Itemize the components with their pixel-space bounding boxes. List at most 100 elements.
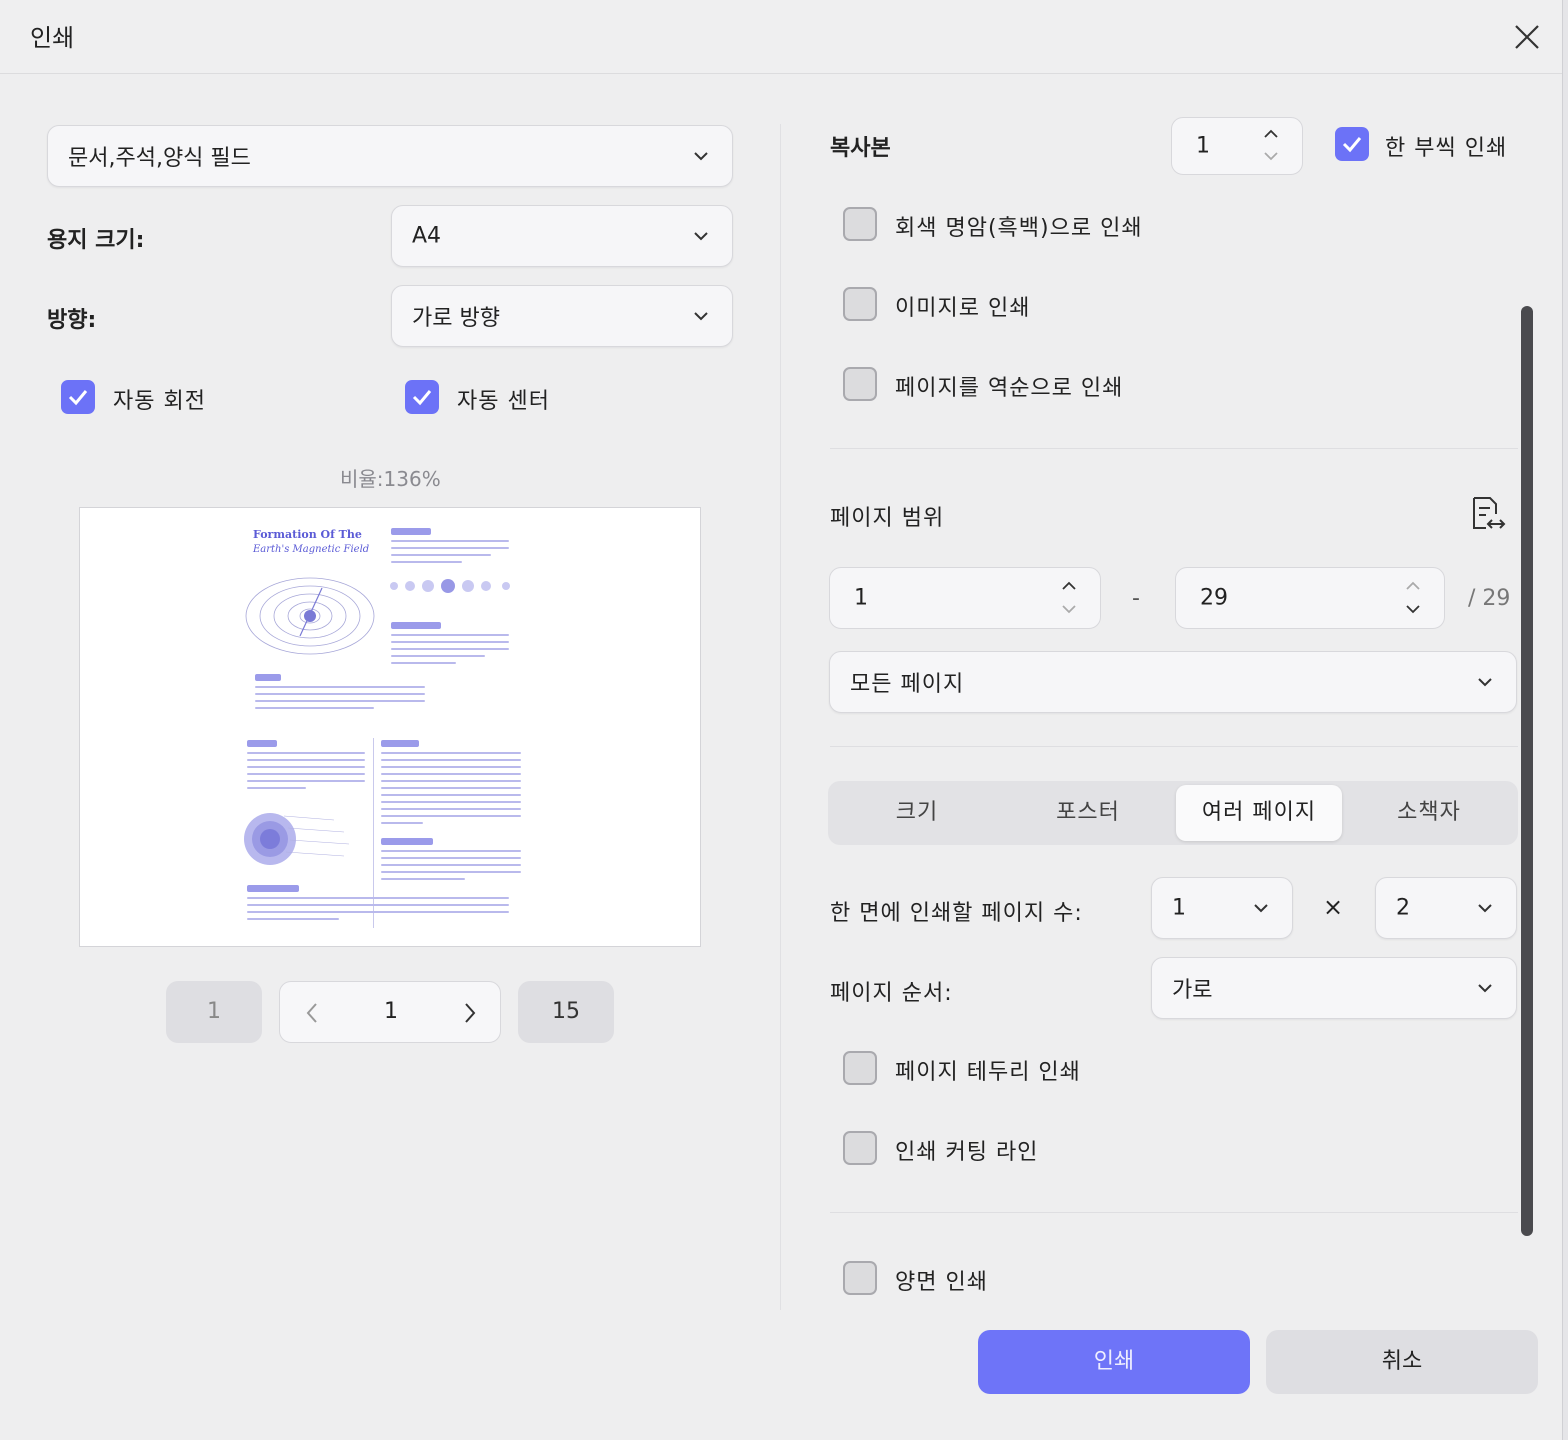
page-navigator: 1 (279, 981, 501, 1043)
range-to-input[interactable]: 29 (1175, 567, 1445, 629)
preview-section-tag (255, 674, 281, 681)
chevron-up-icon[interactable] (1060, 580, 1078, 592)
print-as-image-checkbox[interactable] (843, 287, 877, 321)
chevron-down-icon[interactable] (1262, 150, 1280, 162)
close-icon (1515, 25, 1539, 49)
print-content-value: 문서,주석,양식 필드 (68, 146, 251, 171)
print-button[interactable]: 인쇄 (978, 1330, 1250, 1394)
grayscale-checkbox[interactable] (843, 207, 877, 241)
tab-multiple-pages[interactable]: 여러 페이지 (1176, 785, 1342, 841)
auto-center-checkbox[interactable] (405, 380, 439, 414)
chevron-down-icon (694, 312, 708, 321)
preview-text-block (247, 897, 509, 925)
preview-title-line2: Earth's Magnetic Field (253, 544, 370, 555)
paper-size-select[interactable]: A4 (391, 205, 733, 267)
first-page-button[interactable]: 1 (166, 981, 262, 1043)
tab-size[interactable]: 크기 (832, 785, 1002, 841)
check-icon (68, 390, 88, 406)
pages-per-sheet-label: 한 면에 인쇄할 페이지 수: (830, 901, 1083, 926)
chevron-down-icon (1478, 678, 1492, 687)
copies-input[interactable]: 1 (1171, 117, 1303, 175)
settings-scrollbar[interactable] (1521, 306, 1533, 1236)
chevron-down-icon (694, 232, 708, 241)
preview-section-tag (381, 838, 433, 845)
chevron-right-icon[interactable] (460, 1001, 480, 1025)
range-dash: - (1132, 586, 1140, 611)
print-content-select[interactable]: 문서,주석,양식 필드 (47, 125, 733, 187)
copies-label: 복사본 (830, 136, 891, 161)
reverse-order-label: 페이지를 역순으로 인쇄 (895, 376, 1124, 401)
section-divider (830, 1212, 1518, 1213)
reverse-order-checkbox[interactable] (843, 367, 877, 401)
preview-section-tag (391, 528, 431, 535)
cut-lines-checkbox[interactable] (843, 1131, 877, 1165)
check-icon (412, 390, 432, 406)
page-border-checkbox[interactable] (843, 1051, 877, 1085)
preview-title-line1: Formation Of The (253, 528, 362, 541)
page-swap-icon[interactable] (1466, 494, 1506, 534)
tab-poster[interactable]: 포스터 (1002, 785, 1174, 841)
orientation-select[interactable]: 가로 방향 (391, 285, 733, 347)
page-subset-value: 모든 페이지 (850, 672, 965, 697)
page-order-value: 가로 (1172, 978, 1213, 1003)
print-as-image-label: 이미지로 인쇄 (895, 296, 1031, 321)
page-order-select[interactable]: 가로 (1151, 957, 1517, 1019)
close-button[interactable] (1506, 16, 1548, 58)
auto-rotate-label: 자동 회전 (113, 389, 206, 414)
column-divider (780, 124, 781, 1310)
duplex-label: 양면 인쇄 (895, 1270, 988, 1295)
range-from-value: 1 (854, 585, 868, 611)
orientation-value: 가로 방향 (412, 306, 500, 331)
section-divider (830, 746, 1518, 747)
print-preview: Formation Of The Earth's Magnetic Field (79, 507, 701, 947)
title-bar: 인쇄 (0, 0, 1568, 74)
pages-per-sheet-cols-value: 1 (1172, 895, 1186, 921)
cut-lines-label: 인쇄 커팅 라인 (895, 1140, 1039, 1165)
grayscale-label: 회색 명암(흑백)으로 인쇄 (895, 216, 1143, 241)
pages-per-sheet-rows-select[interactable]: 2 (1375, 877, 1517, 939)
preview-text-block (381, 850, 521, 885)
preview-text-block (247, 752, 365, 794)
pages-per-sheet-cols-select[interactable]: 1 (1151, 877, 1293, 939)
planets-illustration (390, 579, 510, 593)
preview-text-block (381, 752, 521, 829)
auto-center-label: 자동 센터 (457, 389, 550, 414)
multiply-sign: × (1323, 893, 1344, 921)
page-order-label: 페이지 순서: (830, 981, 953, 1006)
preview-text-block (255, 686, 425, 714)
pages-per-sheet-rows-value: 2 (1396, 895, 1410, 921)
chevron-down-icon[interactable] (1060, 603, 1078, 615)
section-divider (830, 448, 1518, 449)
dialog-title: 인쇄 (30, 24, 75, 52)
layout-mode-tabs: 크기 포스터 여러 페이지 소책자 (828, 781, 1518, 845)
chevron-down-icon (1478, 904, 1492, 913)
range-from-input[interactable]: 1 (829, 567, 1101, 629)
chevron-down-icon[interactable] (1404, 603, 1422, 615)
scale-ratio: 비율:136% (340, 467, 441, 491)
collate-checkbox[interactable] (1335, 127, 1369, 161)
preview-section-tag (391, 622, 441, 629)
range-to-value: 29 (1200, 585, 1228, 611)
chevron-down-icon (1254, 904, 1268, 913)
chevron-up-icon[interactable] (1404, 580, 1422, 592)
copies-value: 1 (1196, 133, 1210, 159)
earth-layers-illustration (244, 813, 350, 865)
magnetic-field-illustration (245, 577, 375, 655)
chevron-up-icon[interactable] (1262, 128, 1280, 140)
chevron-down-icon (1478, 984, 1492, 993)
duplex-checkbox[interactable] (843, 1261, 877, 1295)
cancel-button[interactable]: 취소 (1266, 1330, 1538, 1394)
orientation-label: 방향: (47, 308, 97, 333)
auto-rotate-checkbox[interactable] (61, 380, 95, 414)
check-icon (1342, 137, 1362, 153)
range-total: / 29 (1468, 586, 1511, 611)
last-page-button[interactable]: 15 (518, 981, 614, 1043)
tab-booklet[interactable]: 소책자 (1344, 785, 1514, 841)
page-range-label: 페이지 범위 (830, 506, 945, 531)
page-subset-select[interactable]: 모든 페이지 (829, 651, 1517, 713)
page-border-label: 페이지 테두리 인쇄 (895, 1060, 1081, 1085)
preview-text-block (391, 540, 509, 568)
window-edge (1562, 0, 1568, 1440)
collate-label: 한 부씩 인쇄 (1385, 136, 1508, 161)
paper-size-value: A4 (412, 223, 442, 249)
